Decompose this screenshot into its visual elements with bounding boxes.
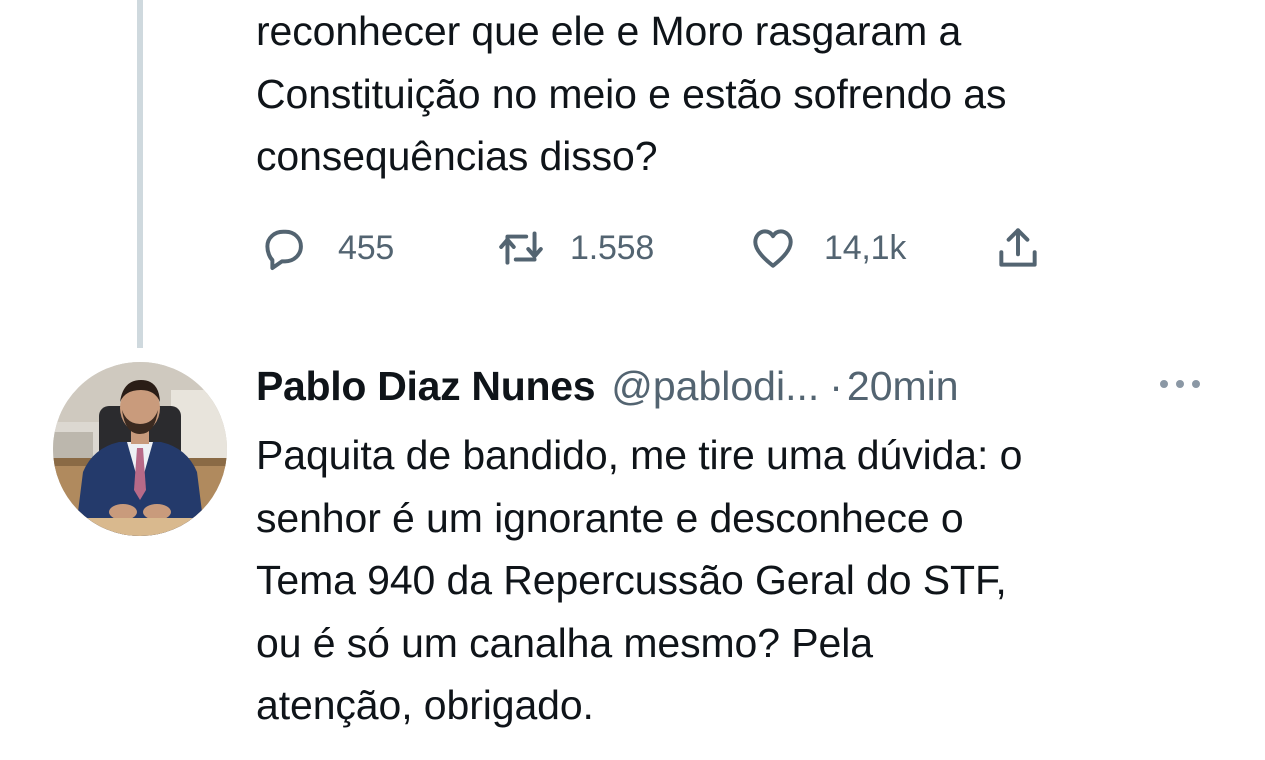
retweet-button[interactable]: 1.558 (496, 218, 654, 278)
share-icon (999, 228, 1037, 267)
reply-count: 455 (338, 228, 395, 267)
reply-button[interactable]: 455 (258, 218, 394, 278)
avatar[interactable] (53, 362, 227, 536)
like-count: 14,1k (824, 228, 907, 267)
more-options-button[interactable] (1150, 364, 1210, 404)
tweet-text-line: reconhecer que ele e Moro rasgaram a (256, 8, 962, 54)
user-handle[interactable]: @pablodi... (611, 363, 819, 410)
like-button[interactable]: 14,1k (748, 218, 906, 278)
reply-tweet-text: Paquita de bandido, me tire uma dúvida: … (256, 424, 1022, 737)
more-horizontal-icon (1156, 380, 1204, 388)
tweet-text-line: ou é só um canalha mesmo? Pela (256, 619, 873, 666)
previous-tweet-text: reconhecer que ele e Moro rasgaram a Con… (256, 0, 1007, 188)
avatar-photo (53, 362, 227, 536)
tweet-text-line: Tema 940 da Repercussão Geral do STF, (256, 557, 1007, 603)
thread-line (137, 0, 143, 348)
tweet-header: Pablo Diaz Nunes @pablodi... · 20min (256, 356, 959, 416)
timestamp[interactable]: 20min (847, 363, 959, 410)
display-name[interactable]: Pablo Diaz Nunes (256, 363, 596, 410)
tweet-text-line: atenção, obrigado. (256, 682, 594, 728)
heart-icon (753, 229, 793, 268)
tweet-text-line: senhor é um ignorante e desconhece o (256, 494, 964, 541)
retweet-icon (499, 231, 543, 265)
reply-icon (265, 229, 303, 270)
tweet-text-line: consequências disso? (256, 133, 658, 179)
tweet-action-bar: 455 1.558 14,1k (258, 218, 1058, 278)
separator-dot: · (829, 362, 843, 409)
retweet-count: 1.558 (570, 228, 655, 267)
share-button[interactable] (993, 218, 1043, 278)
tweet-text-line: Paquita de bandido, me tire uma dúvida: … (256, 432, 1023, 478)
tweet-text-line: Constituição no meio e estão sofrendo as (256, 70, 1007, 117)
